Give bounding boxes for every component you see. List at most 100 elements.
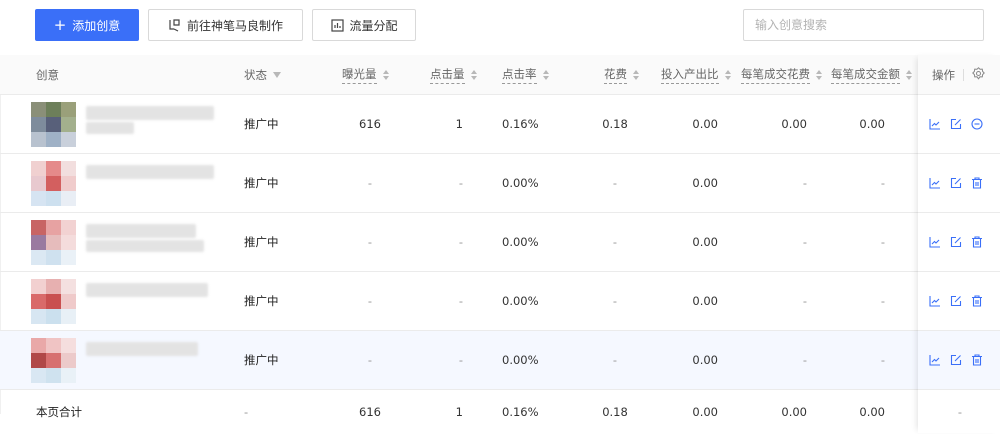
goto-shenbi-button[interactable]: 前往神笔马良制作 bbox=[148, 9, 303, 41]
status-cell: 推广中 bbox=[244, 294, 279, 308]
table-row: 推广中 - - 0.00% - 0.00 - - bbox=[0, 331, 1000, 390]
col-operation-label: 操作 bbox=[932, 67, 955, 82]
ctr-cell: 0.16% bbox=[502, 117, 539, 131]
creative-thumbnail[interactable] bbox=[31, 279, 76, 324]
roi-cell: 0.00 bbox=[692, 117, 718, 131]
sort-icon[interactable] bbox=[906, 69, 912, 80]
summary-status: - bbox=[244, 404, 249, 419]
delete-icon[interactable] bbox=[971, 236, 983, 248]
col-status[interactable]: 状态 bbox=[244, 55, 304, 94]
ctr-cell: 0.00% bbox=[502, 353, 539, 367]
sort-icon[interactable] bbox=[542, 69, 549, 80]
impressions-cell: - bbox=[367, 294, 373, 308]
summary-clicks: 1 bbox=[455, 404, 463, 419]
amount-per-order-cell: - bbox=[880, 353, 885, 367]
cost-cell: - bbox=[612, 176, 618, 190]
col-creative: 创意 bbox=[36, 55, 136, 94]
edit-icon[interactable] bbox=[950, 177, 962, 189]
col-impressions-label: 曝光量 bbox=[342, 66, 377, 84]
summary-row: 本页合计 - 616 1 0.16% 0.18 0.00 0.00 0.00 - bbox=[0, 390, 1000, 433]
cost-per-order-cell: - bbox=[802, 176, 807, 190]
cost-cell: - bbox=[612, 294, 618, 308]
cost-cell: - bbox=[612, 235, 618, 249]
summary-impressions: 616 bbox=[359, 404, 381, 419]
summary-label: 本页合计 bbox=[36, 404, 82, 419]
sort-icon[interactable] bbox=[470, 69, 477, 80]
row-operations bbox=[929, 236, 983, 248]
amount-per-order-cell: 0.00 bbox=[859, 117, 885, 131]
edit-icon[interactable] bbox=[950, 236, 962, 248]
col-cost-per-order-label: 每笔成交花费 bbox=[741, 66, 810, 84]
edit-icon[interactable] bbox=[950, 295, 962, 307]
toolbar: + 添加创意 前往神笔马良制作 流量分配 bbox=[0, 0, 1000, 50]
creative-title-blurred[interactable] bbox=[86, 342, 226, 372]
search-input[interactable] bbox=[743, 9, 984, 41]
row-operations bbox=[929, 354, 983, 366]
clicks-cell: 1 bbox=[455, 117, 463, 131]
summary-roi: 0.00 bbox=[692, 404, 718, 419]
ctr-cell: 0.00% bbox=[502, 235, 539, 249]
edit-icon[interactable] bbox=[950, 118, 962, 130]
col-roi[interactable]: 投入产出比 bbox=[661, 55, 746, 94]
delete-icon[interactable] bbox=[971, 295, 983, 307]
creative-thumbnail[interactable] bbox=[31, 338, 76, 383]
edit-icon[interactable] bbox=[950, 354, 962, 366]
col-impressions[interactable]: 曝光量 bbox=[342, 55, 412, 94]
row-operations bbox=[929, 177, 983, 189]
row-operations bbox=[929, 295, 983, 307]
amount-per-order-cell: - bbox=[880, 176, 885, 190]
creative-title-blurred[interactable] bbox=[86, 165, 226, 195]
col-ctr[interactable]: 点击率 bbox=[502, 55, 572, 94]
table-row: 推广中 616 1 0.16% 0.18 0.00 0.00 0.00 bbox=[0, 95, 1000, 154]
delete-icon[interactable] bbox=[971, 354, 983, 366]
ctr-cell: 0.00% bbox=[502, 294, 539, 308]
creative-thumbnail[interactable] bbox=[31, 220, 76, 265]
sort-icon[interactable] bbox=[382, 69, 389, 80]
cost-per-order-cell: - bbox=[802, 353, 807, 367]
table-header: 创意 状态 曝光量 点击量 点击率 花费 投入产出比 每笔成交花费 每笔成交金额… bbox=[0, 55, 1000, 95]
status-cell: 推广中 bbox=[244, 353, 279, 367]
col-status-label: 状态 bbox=[244, 67, 267, 82]
amount-per-order-cell: - bbox=[880, 235, 885, 249]
filter-icon[interactable] bbox=[273, 71, 281, 78]
clicks-cell: - bbox=[458, 176, 463, 190]
trend-icon[interactable] bbox=[929, 295, 941, 307]
creative-thumbnail[interactable] bbox=[31, 102, 76, 147]
col-clicks[interactable]: 点击量 bbox=[430, 55, 500, 94]
cost-cell: - bbox=[612, 353, 618, 367]
summary-operation: - bbox=[957, 404, 963, 419]
settings-icon[interactable] bbox=[972, 66, 985, 83]
trend-icon[interactable] bbox=[929, 177, 941, 189]
creative-title-blurred[interactable] bbox=[86, 283, 226, 313]
sort-icon[interactable] bbox=[724, 69, 731, 80]
table-row: 推广中 - - 0.00% - 0.00 - - bbox=[0, 154, 1000, 213]
roi-cell: 0.00 bbox=[692, 235, 718, 249]
sort-icon[interactable] bbox=[633, 69, 639, 80]
col-ctr-label: 点击率 bbox=[502, 66, 537, 84]
clicks-cell: - bbox=[458, 294, 463, 308]
divider bbox=[963, 68, 964, 81]
delete-icon[interactable] bbox=[971, 177, 983, 189]
roi-cell: 0.00 bbox=[692, 176, 718, 190]
summary-ctr: 0.16% bbox=[502, 404, 539, 419]
creative-title-blurred[interactable] bbox=[86, 224, 226, 254]
brush-icon bbox=[168, 18, 182, 32]
creative-thumbnail[interactable] bbox=[31, 161, 76, 206]
impressions-cell: - bbox=[367, 176, 373, 190]
creative-title-blurred[interactable] bbox=[86, 106, 226, 136]
add-creative-button[interactable]: + 添加创意 bbox=[35, 9, 139, 41]
trend-icon[interactable] bbox=[929, 118, 941, 130]
pause-icon[interactable] bbox=[971, 118, 983, 130]
add-creative-label: 添加创意 bbox=[72, 18, 121, 33]
sort-icon[interactable] bbox=[816, 69, 822, 80]
trend-icon[interactable] bbox=[929, 236, 941, 248]
col-amount-per-order[interactable]: 每笔成交金额 bbox=[831, 55, 919, 94]
traffic-allocation-button[interactable]: 流量分配 bbox=[312, 9, 416, 41]
col-cost[interactable]: 花费 bbox=[604, 55, 654, 94]
trend-icon[interactable] bbox=[929, 354, 941, 366]
col-cost-per-order[interactable]: 每笔成交花费 bbox=[741, 55, 831, 94]
ctr-cell: 0.00% bbox=[502, 176, 539, 190]
summary-amount-per-order: 0.00 bbox=[859, 404, 885, 419]
impressions-cell: 616 bbox=[359, 117, 381, 131]
col-operation: 操作 bbox=[932, 55, 992, 94]
